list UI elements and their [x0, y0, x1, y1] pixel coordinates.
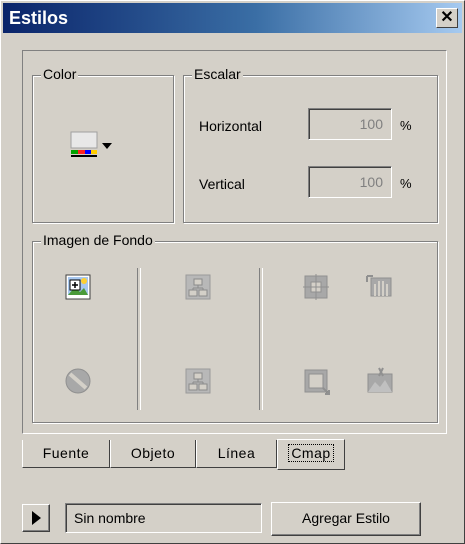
no-image-icon: [65, 368, 91, 394]
horizontal-label: Horizontal: [199, 118, 263, 134]
crop-image-icon: [367, 367, 393, 393]
crop-image-button[interactable]: [365, 366, 395, 396]
style-name-field[interactable]: Sin nombre: [65, 503, 262, 533]
fill-color-button[interactable]: [70, 128, 130, 164]
tab-cmap[interactable]: Cmap: [277, 439, 345, 470]
tab-linea-label: Línea: [217, 445, 256, 461]
background-image-legend: Imagen de Fondo: [41, 232, 155, 248]
horizontal-scale-field[interactable]: 100: [308, 108, 392, 140]
scale-group: Escalar Horizontal 100 % Vertical 100 %: [183, 66, 438, 223]
tab-objeto-label: Objeto: [130, 445, 176, 461]
tab-linea[interactable]: Línea: [196, 440, 277, 468]
tab-fuente[interactable]: Fuente: [22, 440, 110, 468]
center-image-button[interactable]: [301, 272, 331, 302]
tab-cmap-label: Cmap: [288, 444, 334, 462]
cmap-tab-panel: Color Escalar Horizontal 100 % Vertical: [22, 50, 447, 434]
styles-window: Estilos ✕ Color Escalar Horizontal 100 %…: [0, 0, 465, 544]
horizontal-scale-value: 100: [359, 116, 383, 132]
style-name-value: Sin nombre: [74, 510, 146, 526]
title-bar[interactable]: Estilos ✕: [3, 3, 462, 33]
color-group: Color: [32, 66, 174, 223]
horizontal-unit: %: [400, 118, 412, 133]
divider-2: [259, 268, 263, 410]
pan-image-button[interactable]: [365, 272, 395, 302]
scale-group-legend: Escalar: [192, 66, 243, 82]
vertical-scale-value: 100: [359, 174, 383, 190]
color-group-legend: Color: [41, 66, 79, 82]
vertical-label: Vertical: [199, 176, 245, 192]
hand-icon: [366, 275, 392, 297]
tab-objeto[interactable]: Objeto: [110, 440, 196, 468]
add-background-image-button[interactable]: [63, 272, 93, 302]
fill-color-icon: [70, 131, 112, 157]
background-image-group: Imagen de Fondo: [32, 232, 438, 423]
add-image-icon: [65, 274, 91, 300]
stretch-image-icon: [304, 369, 330, 395]
remove-background-image-button[interactable]: [63, 366, 93, 396]
stretch-image-button[interactable]: [301, 366, 331, 396]
tile-layout-button[interactable]: [183, 272, 213, 302]
vertical-scale-field[interactable]: 100: [308, 166, 392, 198]
vertical-unit: %: [400, 176, 412, 191]
tile-layout-icon: [185, 274, 211, 300]
center-image-icon: [303, 274, 329, 300]
expand-button[interactable]: [22, 504, 50, 532]
window-title: Estilos: [9, 8, 69, 28]
tile-layout-alt-button[interactable]: [183, 366, 213, 396]
tile-layout-alt-icon: [185, 368, 211, 394]
add-style-button[interactable]: Agregar Estilo: [271, 502, 421, 536]
close-button[interactable]: ✕: [436, 8, 458, 28]
close-icon: ✕: [440, 9, 454, 26]
tab-fuente-label: Fuente: [42, 445, 90, 461]
play-arrow-icon: [32, 511, 41, 525]
divider-1: [137, 268, 141, 410]
add-style-label: Agregar Estilo: [302, 510, 390, 526]
